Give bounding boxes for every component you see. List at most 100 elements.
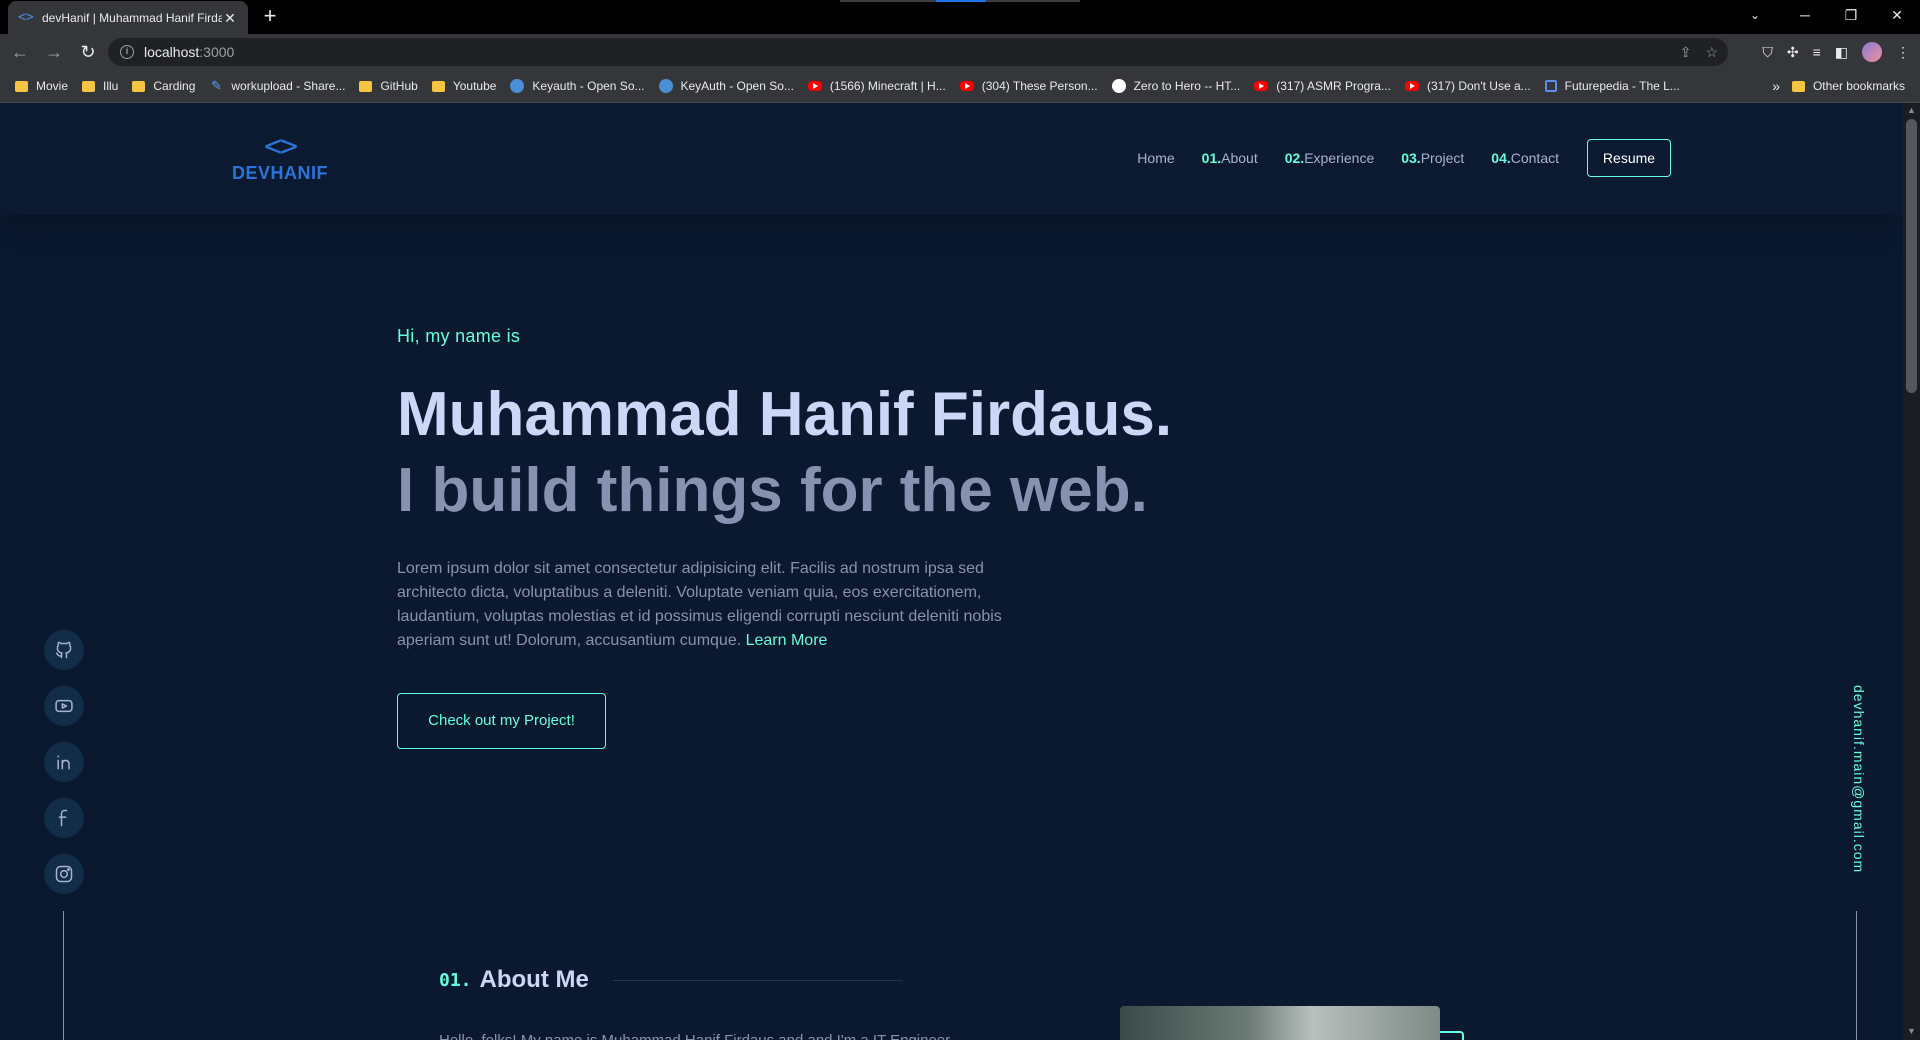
bookmark-item[interactable]: Movie [8,73,75,99]
folder-icon [132,80,146,92]
folder-icon [359,80,373,92]
window-controls: ─ ❐ ✕ [1782,0,1920,30]
reload-icon[interactable]: ↻ [74,38,102,66]
hero-greeting: Hi, my name is [397,326,521,346]
bookmark-star-icon[interactable]: ☆ [1705,44,1718,61]
nav-link-about[interactable]: 01.About [1202,150,1258,166]
linkedin-icon[interactable] [44,742,84,782]
tab-strip: <> devHanif | Muhammad Hanif Firdaus ✕ +… [0,0,1920,34]
hero-name: Muhammad Hanif Firdaus. [397,380,1173,449]
bookmark-item[interactable]: (1566) Minecraft | H... [801,73,953,99]
bookmark-item[interactable]: (304) These Person... [953,73,1105,99]
bookmark-label: (317) Don't Use a... [1426,79,1531,93]
about-heading: 01. About Me [439,966,903,994]
info-icon[interactable]: i [120,45,134,59]
share-icon[interactable]: ⇪ [1680,44,1692,61]
hero-tagline: I build things for the web. [397,456,1148,525]
about-title: About Me [479,966,589,993]
hero-section: Hi, my name is Muhammad Hanif Firdaus. I… [397,326,1297,749]
about-number: 01. [439,969,472,991]
back-icon[interactable]: ← [6,38,34,66]
email-link[interactable]: devhanif.main@gmail.com [1851,685,1867,873]
url-text[interactable]: localhost:3000 [144,44,234,60]
bookmark-item[interactable]: Futurepedia - The L... [1538,73,1687,99]
facebook-icon[interactable] [44,798,84,838]
github-icon [1111,79,1126,93]
bookmark-item[interactable]: Carding [125,73,202,99]
tab-strip-accent [840,0,1080,2]
github-icon[interactable] [44,630,84,670]
menu-kebab-icon[interactable]: ⋮ [1896,44,1910,61]
learn-more-link[interactable]: Learn More [746,632,828,649]
nav-link-experience[interactable]: 02.Experience [1285,150,1375,166]
new-tab-button[interactable]: + [258,4,282,28]
folder-icon [1791,80,1805,92]
close-icon[interactable]: ✕ [222,10,238,26]
puzzle-extension-icon[interactable]: ✣ [1787,44,1799,61]
tab-search-icon[interactable]: ⌄ [1740,0,1770,30]
bookmark-item[interactable]: (317) Don't Use a... [1398,73,1538,99]
nav-label: Experience [1304,150,1375,166]
restore-icon[interactable]: ❐ [1828,0,1874,30]
nav-label: About [1221,150,1258,166]
tab-title: devHanif | Muhammad Hanif Firdaus [42,10,222,25]
bookmark-label: (1566) Minecraft | H... [829,79,946,93]
nav-number: 01. [1201,150,1222,166]
page-viewport: <> DEVHANIF Home 01.About 02.Experience 03.… [0,103,1903,1040]
profile-avatar[interactable] [1862,42,1882,62]
bookmark-label: Keyauth - Open So... [532,79,645,93]
bookmark-item[interactable]: KeyAuth - Open So... [652,73,801,99]
nav-link-contact[interactable]: 04.Contact [1491,150,1559,166]
bookmark-item[interactable]: Zero to Hero -- HT... [1105,73,1248,99]
browser-tab[interactable]: <> devHanif | Muhammad Hanif Firdaus ✕ [8,1,248,34]
bookmark-label: Carding [153,79,196,93]
youtube-icon [1254,81,1269,91]
nav-number: 03. [1401,150,1421,166]
minimize-icon[interactable]: ─ [1782,0,1828,30]
other-bookmarks[interactable]: Other bookmarks [1785,73,1912,99]
scrollbar-thumb[interactable] [1906,119,1917,393]
bookmark-label: workupload - Share... [231,79,346,93]
bookmark-item[interactable]: GitHub [352,73,424,99]
reading-list-icon[interactable]: ≡ [1813,44,1821,60]
shield-extension-icon[interactable]: ⛉ [1762,44,1773,61]
nav-label: Project [1420,150,1465,166]
instagram-icon[interactable] [44,854,84,894]
photo-frame-outline [1440,1031,1464,1040]
bookmark-item[interactable]: Illu [75,73,125,99]
scroll-down-icon[interactable]: ▼ [1907,1026,1916,1036]
social-links [44,630,84,910]
resume-button[interactable]: Resume [1587,139,1671,177]
folder-icon [431,80,445,92]
close-window-icon[interactable]: ✕ [1874,0,1920,30]
scroll-up-icon[interactable]: ▲ [1907,105,1916,115]
about-text: Hello, folks! My name is Muhammad Hanif … [439,1032,950,1040]
forward-icon[interactable]: → [40,38,68,66]
youtube-icon[interactable] [44,686,84,726]
left-vertical-line [63,911,64,1040]
youtube-icon [959,81,974,91]
check-project-button[interactable]: Check out my Project! [397,693,606,749]
bookmark-label: (317) ASMR Progra... [1276,79,1391,93]
address-bar[interactable]: i localhost:3000 ⇪ ☆ [108,38,1728,66]
bookmark-item[interactable]: (317) ASMR Progra... [1247,73,1398,99]
bookmark-label: GitHub [380,79,418,93]
bookmark-label: Illu [103,79,119,93]
bookmark-label: KeyAuth - Open So... [680,79,794,93]
code-brackets-icon: <> [263,129,298,164]
folder-icon [82,80,96,92]
nav-number: 02. [1284,150,1305,166]
page-scrollbar[interactable]: ▲ ▼ [1903,103,1920,1040]
bookmark-item[interactable]: Youtube [425,73,504,99]
side-panel-icon[interactable]: ◧ [1835,44,1848,61]
bookmarks-overflow-icon[interactable]: » [1772,70,1780,103]
bookmark-item[interactable]: ✎ workupload - Share... [202,73,352,99]
logo-text: DEVHANIF [232,163,329,183]
site-logo[interactable]: <> DEVHANIF [232,129,329,184]
nav-link-home[interactable]: Home [1137,150,1174,166]
browser-window: <> devHanif | Muhammad Hanif Firdaus ✕ +… [0,0,1920,103]
bookmark-item[interactable]: Keyauth - Open So... [503,73,651,99]
nav-link-project[interactable]: 03.Project [1401,150,1464,166]
bookmarks-bar: Movie Illu Carding ✎ workupload - Share... Gi… [0,70,1920,103]
globe-icon [658,79,673,93]
